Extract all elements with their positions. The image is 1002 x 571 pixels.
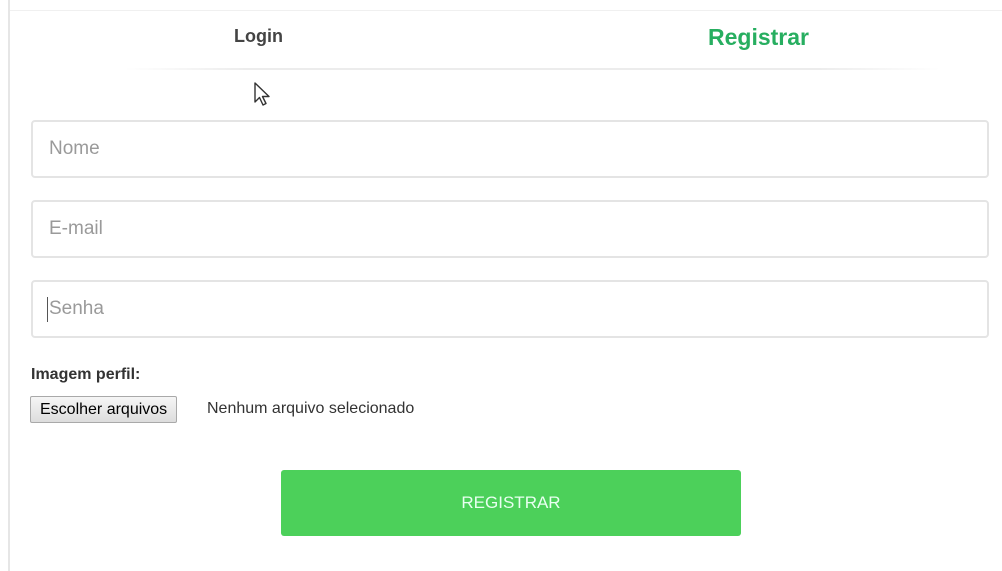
email-input[interactable] (31, 200, 989, 258)
tab-divider (125, 68, 940, 70)
register-submit-button[interactable]: REGISTRAR (281, 470, 741, 536)
name-input[interactable] (31, 120, 989, 178)
tab-register[interactable]: Registrar (708, 24, 809, 51)
panel-left-border (8, 0, 10, 571)
tab-login[interactable]: Login (234, 26, 283, 47)
profile-image-label: Imagem perfil: (31, 366, 141, 383)
auth-tabs: Login Registrar (10, 12, 1002, 72)
panel-top-border (10, 10, 1002, 11)
password-input[interactable] (31, 280, 989, 338)
text-caret (47, 297, 48, 322)
file-status-text: Nenhum arquivo selecionado (207, 400, 415, 417)
register-page: Login Registrar Imagem perfil: Escolher … (0, 0, 1002, 571)
choose-file-button[interactable]: Escolher arquivos (30, 396, 178, 423)
mouse-pointer-icon (254, 82, 270, 106)
